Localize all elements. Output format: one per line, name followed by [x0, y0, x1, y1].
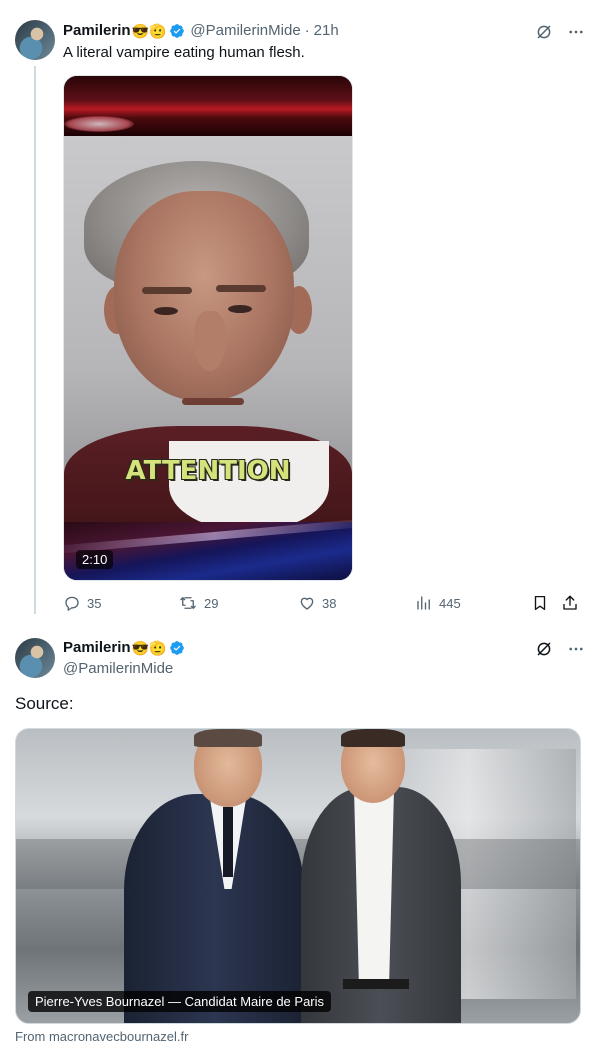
video-mouth: [182, 398, 244, 405]
more-icon[interactable]: [567, 640, 585, 658]
video-brow-right: [216, 285, 266, 292]
video-collar: [169, 441, 329, 531]
video-duration: 2:10: [76, 550, 114, 569]
video-nose: [194, 311, 226, 371]
thread-line: [34, 66, 36, 614]
display-name[interactable]: Pamilerin: [63, 639, 131, 656]
tweet-header: Pamilerin 😎🫡 @PamilerinMide · 21h: [63, 22, 339, 39]
card-person-left: [124, 729, 304, 1023]
card-hair-right: [341, 729, 405, 747]
handle[interactable]: @PamilerinMide: [63, 660, 173, 677]
grok-icon[interactable]: [535, 640, 553, 658]
video-brow-left: [142, 287, 192, 294]
video-top-glow: [64, 116, 134, 132]
handle[interactable]: @PamilerinMide: [190, 22, 300, 39]
bookmark-icon: [534, 595, 546, 611]
name-emojis: 😎🫡: [131, 639, 167, 656]
verified-badge-icon[interactable]: [169, 640, 185, 656]
video-overlay-caption: ATTENTION: [125, 456, 291, 486]
card-hair-left: [194, 729, 262, 747]
separator-dot: ·: [304, 22, 310, 39]
video-eye-left: [154, 307, 178, 315]
reply-count: 35: [87, 595, 102, 611]
avatar[interactable]: [15, 20, 55, 60]
bookmark-button[interactable]: [531, 594, 549, 612]
reply-button[interactable]: 35: [63, 594, 101, 612]
tweet-text: A literal vampire eating human flesh.: [63, 44, 305, 61]
card-suit-left: [124, 794, 304, 1023]
reply-icon: [65, 596, 79, 611]
verified-badge-icon[interactable]: [169, 23, 185, 39]
card-belt-right: [343, 979, 409, 989]
name-emojis: 😎🫡: [131, 22, 167, 39]
handle-row: @PamilerinMide: [63, 660, 173, 677]
video-face: [114, 191, 294, 401]
views-count: 445: [439, 595, 461, 611]
avatar[interactable]: [15, 638, 55, 678]
card-caption: Pierre-Yves Bournazel — Candidat Maire d…: [28, 991, 332, 1012]
video-eye-right: [228, 305, 252, 313]
card-person-right: [301, 729, 461, 1023]
repost-count: 29: [204, 595, 219, 611]
grok-icon[interactable]: [535, 23, 553, 41]
card-tie-left: [223, 807, 233, 877]
link-card-image[interactable]: Pierre-Yves Bournazel — Candidat Maire d…: [15, 728, 581, 1024]
video-player[interactable]: ATTENTION 2:10: [63, 75, 353, 581]
like-count: 38: [322, 595, 337, 611]
tweet-header: Pamilerin 😎🫡: [63, 639, 190, 656]
views-icon: [417, 596, 430, 610]
tweet-top-icons: [535, 640, 585, 658]
card-domain[interactable]: From macronavecbournazel.fr: [15, 1029, 188, 1044]
more-icon[interactable]: [567, 23, 585, 41]
like-button[interactable]: 38: [298, 594, 336, 612]
share-button[interactable]: [561, 594, 579, 612]
tweet-text: Source:: [15, 694, 74, 713]
tweet-top-icons: [535, 23, 585, 41]
repost-icon: [180, 597, 196, 609]
display-name[interactable]: Pamilerin: [63, 22, 131, 39]
views-button[interactable]: 445: [415, 594, 461, 612]
share-icon: [563, 595, 577, 610]
timestamp[interactable]: 21h: [314, 22, 339, 39]
repost-button[interactable]: 29: [178, 594, 218, 612]
like-icon: [300, 597, 314, 610]
action-bar: 35 29 38 445: [63, 594, 583, 614]
